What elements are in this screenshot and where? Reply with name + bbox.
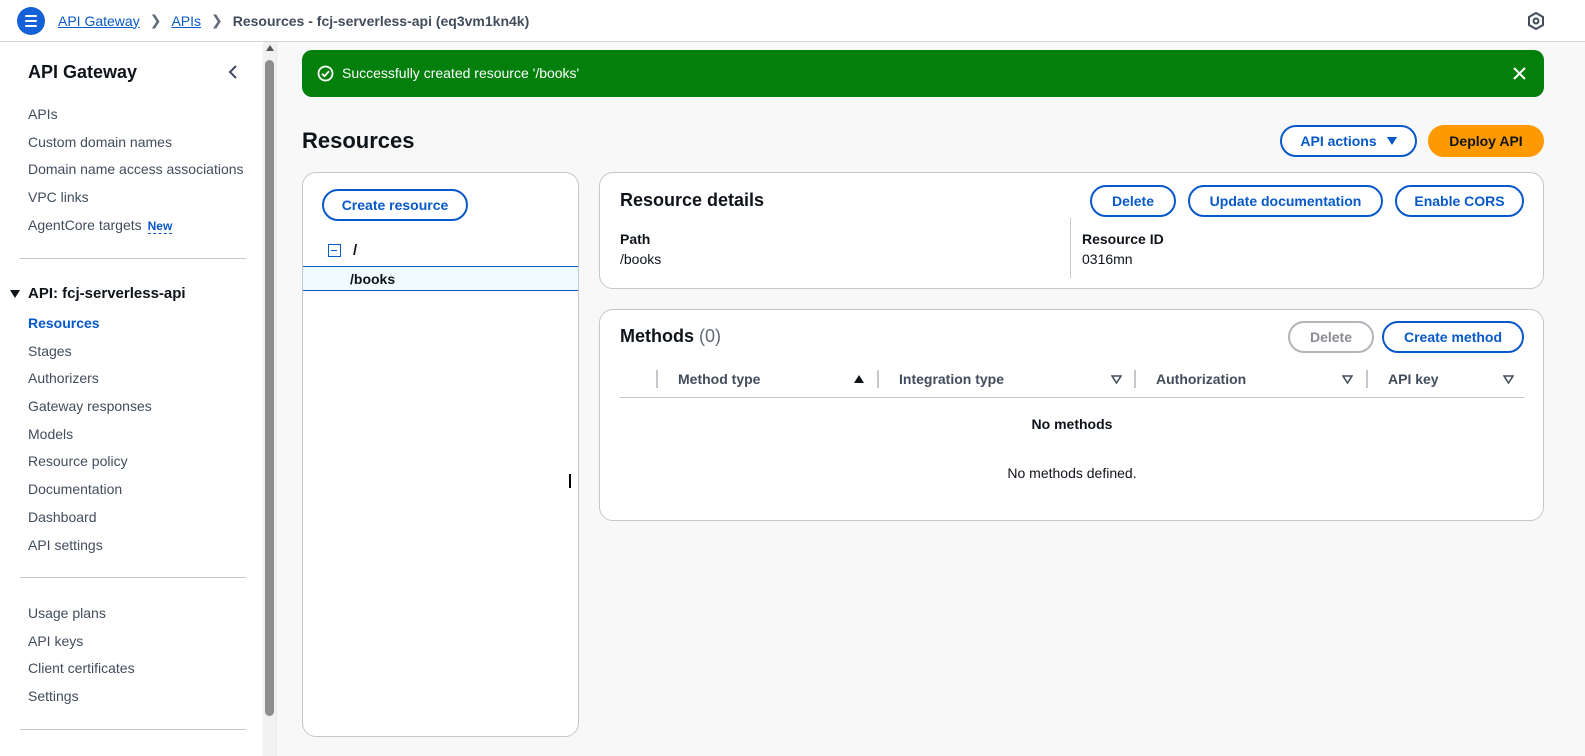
sort-ascending-icon[interactable]: [854, 375, 864, 383]
resource-id-label: Resource ID: [1082, 231, 1164, 247]
breadcrumb-apis[interactable]: APIs: [171, 13, 201, 29]
column-divider: [1070, 218, 1071, 278]
sidebar-item-api-settings[interactable]: API settings: [28, 537, 103, 553]
sort-icon[interactable]: [1342, 375, 1353, 384]
deploy-api-button[interactable]: Deploy API: [1428, 125, 1544, 157]
sidebar-section-label: API: fcj-serverless-api: [28, 285, 186, 302]
methods-title: Methods (0): [620, 326, 721, 347]
column-separator[interactable]: [656, 370, 658, 388]
empty-state-message: No methods defined.: [1007, 465, 1137, 481]
collapse-node-icon[interactable]: [328, 244, 341, 257]
resource-details-title: Resource details: [620, 190, 765, 210]
page-title: Resources: [302, 128, 415, 153]
text-cursor-icon: [569, 474, 571, 488]
sidebar-item-client-certificates[interactable]: Client certificates: [28, 660, 135, 676]
sidebar-item-domain-name-access-associations[interactable]: Domain name access associations: [28, 161, 244, 177]
menu-icon[interactable]: [17, 7, 45, 35]
methods-count: (0): [699, 326, 722, 346]
sidebar-item-settings[interactable]: Settings: [28, 688, 79, 704]
check-circle-icon: [317, 65, 334, 82]
sidebar-item-models[interactable]: Models: [28, 426, 73, 442]
sidebar-item-dashboard[interactable]: Dashboard: [28, 509, 97, 525]
sidebar-item-usage-plans[interactable]: Usage plans: [28, 605, 106, 621]
column-separator[interactable]: [1134, 370, 1136, 388]
flash-message: Successfully created resource '/books': [342, 65, 580, 81]
column-header-authorization[interactable]: Authorization: [1156, 371, 1246, 387]
enable-cors-button[interactable]: Enable CORS: [1395, 185, 1524, 217]
sidebar-item-stages[interactable]: Stages: [28, 343, 72, 359]
sidebar-divider: [20, 258, 246, 259]
settings-hexagon-icon[interactable]: [1527, 12, 1545, 30]
column-header-method-type[interactable]: Method type: [678, 371, 760, 387]
methods-title-text: Methods: [620, 326, 694, 346]
sidebar-item-authorizers[interactable]: Authorizers: [28, 370, 99, 386]
scroll-up-arrow-icon[interactable]: [266, 45, 274, 51]
path-value: /books: [620, 251, 662, 267]
table-header-divider: [620, 397, 1524, 398]
sidebar-item-api-keys[interactable]: API keys: [28, 633, 83, 649]
column-header-integration-type[interactable]: Integration type: [899, 371, 1004, 387]
success-flash-banner: Successfully created resource '/books': [302, 50, 1544, 97]
scroll-thumb[interactable]: [265, 60, 274, 716]
caret-down-icon: [10, 289, 20, 298]
update-documentation-button[interactable]: Update documentation: [1188, 185, 1383, 217]
sidebar-item-custom-domain-names[interactable]: Custom domain names: [28, 134, 172, 150]
column-separator[interactable]: [877, 370, 879, 388]
tree-node-books[interactable]: /books: [303, 266, 578, 291]
api-actions-label: API actions: [1300, 133, 1377, 149]
sidebar-item-label: AgentCore targets: [28, 217, 142, 233]
sidebar-scrollbar[interactable]: [263, 42, 277, 756]
sort-icon[interactable]: [1503, 375, 1514, 384]
column-header-api-key[interactable]: API key: [1388, 371, 1439, 387]
empty-state-title: No methods: [1031, 416, 1113, 432]
close-icon[interactable]: [1512, 66, 1527, 81]
breadcrumb: API Gateway ❯ APIs ❯ Resources - fcj-ser…: [58, 12, 529, 29]
sidebar-divider: [20, 729, 246, 730]
sidebar-divider: [20, 577, 246, 578]
sidebar-item-gateway-responses[interactable]: Gateway responses: [28, 398, 152, 414]
sidebar-item-resources[interactable]: Resources: [28, 315, 100, 331]
delete-method-button[interactable]: Delete: [1288, 321, 1374, 353]
resource-id-value: 0316mn: [1082, 251, 1133, 267]
sidebar-title: API Gateway: [28, 62, 138, 82]
tree-node-label: /books: [350, 271, 396, 287]
collapse-sidebar-icon[interactable]: [226, 64, 240, 80]
sidebar-item-agentcore-targets[interactable]: AgentCore targets New: [28, 217, 173, 234]
api-actions-button[interactable]: API actions: [1280, 125, 1417, 157]
sidebar-section-api[interactable]: API: fcj-serverless-api: [10, 285, 186, 302]
delete-resource-button[interactable]: Delete: [1090, 185, 1176, 217]
caret-down-icon: [1386, 137, 1397, 145]
new-badge: New: [147, 219, 173, 234]
breadcrumb-current: Resources - fcj-serverless-api (eq3vm1kn…: [232, 12, 530, 29]
sidebar-item-vpc-links[interactable]: VPC links: [28, 189, 89, 205]
sidebar-item-apis[interactable]: APIs: [28, 106, 58, 122]
tree-node-root[interactable]: /: [328, 242, 357, 259]
create-resource-button[interactable]: Create resource: [322, 189, 468, 221]
sidebar-item-resource-policy[interactable]: Resource policy: [28, 453, 128, 469]
column-separator[interactable]: [1366, 370, 1368, 388]
sort-icon[interactable]: [1111, 375, 1122, 384]
chevron-right-icon: ❯: [149, 12, 162, 28]
path-label: Path: [620, 231, 651, 247]
breadcrumb-api-gateway[interactable]: API Gateway: [58, 13, 140, 29]
tree-node-label: /: [353, 242, 358, 259]
top-navigation-bar: API Gateway ❯ APIs ❯ Resources - fcj-ser…: [0, 0, 1585, 42]
chevron-right-icon: ❯: [211, 12, 223, 28]
create-method-button[interactable]: Create method: [1382, 321, 1524, 353]
sidebar-item-documentation[interactable]: Documentation: [28, 481, 122, 497]
